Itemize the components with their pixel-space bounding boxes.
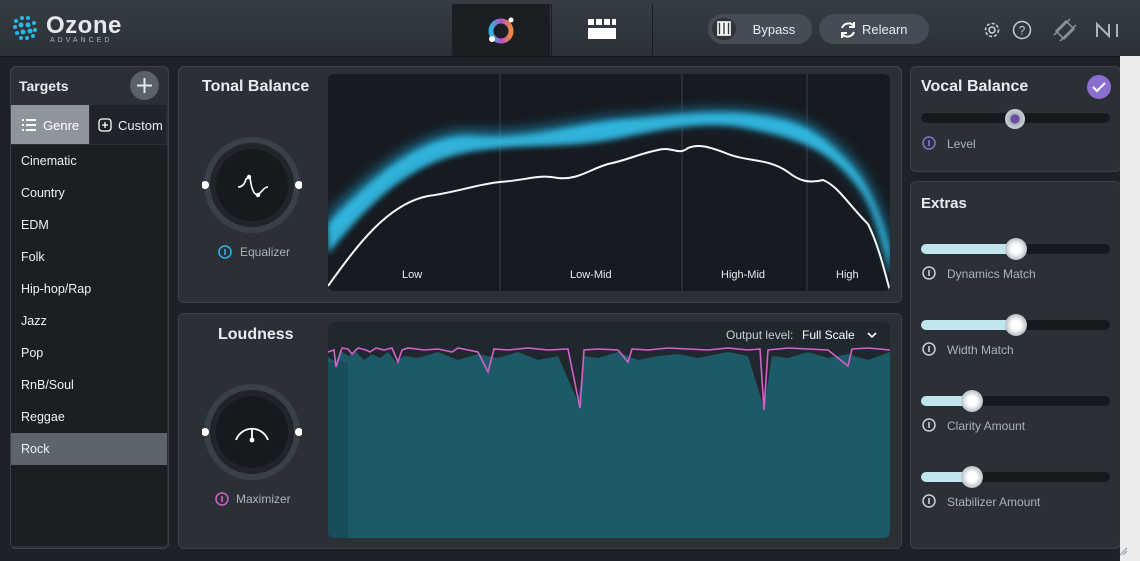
band-label-high-mid: High-Mid — [721, 269, 766, 281]
maximizer-power-icon[interactable] — [215, 492, 229, 506]
checkmark-icon — [1092, 82, 1106, 93]
band-label-high: High — [836, 269, 859, 281]
equalizer-label: Equalizer — [240, 245, 291, 259]
svg-text:?: ? — [1019, 24, 1026, 38]
plugin-icon[interactable] — [1052, 17, 1078, 43]
app-edition: ADVANCED — [50, 37, 113, 44]
loudness-graph — [328, 322, 890, 538]
chevron-down-icon[interactable] — [866, 330, 878, 340]
host-window-edge — [1120, 56, 1140, 561]
targets-title: Targets — [19, 78, 69, 94]
extras-power-icon[interactable] — [922, 494, 936, 508]
extras-slider-fill — [921, 244, 1016, 254]
loudness-title: Loudness — [218, 326, 294, 343]
tonal-balance-curves — [328, 74, 890, 291]
genre-item[interactable]: EDM — [11, 209, 167, 241]
extras-slider-thumb[interactable] — [1005, 238, 1027, 260]
extras-slider-label: Width Match — [947, 343, 1014, 357]
extras-power-icon[interactable] — [922, 266, 936, 280]
band-label-low-mid: Low-Mid — [570, 269, 612, 281]
vocal-balance-title: Vocal Balance — [921, 78, 1029, 95]
extras-slider-label: Dynamics Match — [947, 267, 1036, 281]
genre-item[interactable]: Country — [11, 177, 167, 209]
loudness-waveform — [328, 322, 890, 538]
genre-item[interactable]: Folk — [11, 241, 167, 273]
genre-item[interactable]: Jazz — [11, 305, 167, 337]
relearn-label: Relearn — [862, 22, 908, 37]
extras-slider-label: Clarity Amount — [947, 419, 1026, 433]
resize-grip-icon[interactable] — [1118, 546, 1128, 556]
extras-title: Extras — [921, 195, 967, 212]
tab-custom-label: Custom — [118, 118, 163, 133]
genre-item[interactable]: Hip-hop/Rap — [11, 273, 167, 305]
equalizer-power-icon[interactable] — [218, 245, 232, 259]
add-target-button[interactable] — [130, 71, 159, 100]
add-custom-icon — [98, 118, 112, 132]
genre-item[interactable]: Reggae — [11, 401, 167, 433]
extras-slider-thumb[interactable] — [961, 466, 983, 488]
maximizer-knob[interactable] — [202, 382, 302, 482]
vocal-level-thumb[interactable] — [1005, 109, 1025, 129]
band-label-low: Low — [402, 269, 423, 281]
tonal-balance-graph: Low Low-Mid High-Mid High — [328, 74, 890, 291]
genre-item-selected[interactable]: Rock — [11, 433, 167, 465]
tab-genre-label: Genre — [43, 118, 80, 133]
extras-slider-fill — [921, 320, 1016, 330]
help-icon[interactable]: ? — [1012, 20, 1032, 40]
maximizer-label: Maximizer — [236, 492, 291, 506]
extras-slider-thumb[interactable] — [1005, 314, 1027, 336]
list-icon — [22, 119, 36, 131]
extras-panel — [910, 181, 1121, 549]
extras-power-icon[interactable] — [922, 342, 936, 356]
tonal-balance-title: Tonal Balance — [202, 78, 310, 95]
app-name: Ozone — [46, 12, 122, 39]
extras-slider-label: Stabilizer Amount — [947, 495, 1041, 509]
grid-view-icon[interactable] — [588, 19, 616, 39]
level-label: Level — [947, 137, 976, 151]
bypass-label: Bypass — [752, 22, 796, 37]
ni-logo — [1096, 22, 1118, 38]
level-power-icon[interactable] — [922, 136, 936, 150]
relearn-icon — [841, 22, 855, 38]
vocal-balance-toggle[interactable] — [1087, 75, 1111, 99]
output-level-label: Output level: — [726, 328, 794, 342]
equalizer-knob[interactable] — [202, 135, 302, 235]
genre-item[interactable]: Pop — [11, 337, 167, 369]
ozone-logo-icon — [13, 16, 37, 40]
assistant-icon[interactable] — [486, 16, 516, 46]
genre-item[interactable]: Cinematic — [11, 145, 167, 177]
extras-power-icon[interactable] — [922, 418, 936, 432]
genre-item[interactable]: RnB/Soul — [11, 369, 167, 401]
extras-slider-thumb[interactable] — [961, 390, 983, 412]
bypass-icon — [712, 18, 736, 40]
gear-icon[interactable] — [982, 20, 1002, 40]
output-level-dropdown[interactable]: Full Scale — [802, 328, 855, 342]
plus-icon — [137, 78, 152, 93]
genre-list: Cinematic Country EDM Folk Hip-hop/Rap J… — [11, 145, 167, 546]
